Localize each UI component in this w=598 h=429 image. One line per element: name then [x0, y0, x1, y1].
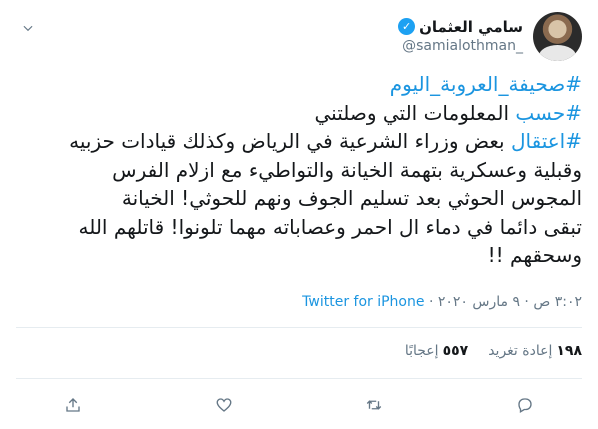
share-icon: [66, 398, 80, 412]
retweets-label: إعادة تغريد: [488, 343, 553, 359]
tweet-text-segment: المعلومات التي وصلتني: [314, 100, 516, 125]
tweet-line-1: #صحيفة_العروبة_اليوم: [12, 70, 582, 99]
tweet-line-4: وقبلية وعسكرية بتهمة الخيانة والتواطيء م…: [112, 157, 582, 182]
tweet-line-7: وسحقهم !!: [487, 243, 582, 267]
tweet-source-link[interactable]: Twitter for iPhone: [302, 294, 424, 310]
retweet-icon: [367, 400, 382, 410]
chevron-down-icon[interactable]: [18, 18, 38, 38]
display-name-row: سامي العثمان ✓: [398, 17, 523, 37]
tweet-card: سامي العثمان ✓ @samialothman_ #صحيفة_الع…: [0, 0, 598, 429]
tweet-line-2: #حسب المعلومات التي وصلتني: [12, 99, 583, 128]
user-handle[interactable]: @samialothman_: [398, 37, 523, 56]
likes-count: ٥٥٧: [442, 343, 469, 359]
action-bar: [60, 392, 538, 418]
reply-button[interactable]: [512, 392, 538, 418]
share-button[interactable]: [60, 392, 86, 418]
verified-badge-icon: ✓: [398, 18, 416, 35]
tweet-header: سامي العثمان ✓ @samialothman_: [16, 10, 582, 62]
divider: [16, 378, 582, 379]
author-names: سامي العثمان ✓ @samialothman_: [398, 17, 523, 56]
hashtag-link[interactable]: #اعتقال: [511, 129, 582, 153]
hashtag-link[interactable]: #حسب: [515, 101, 582, 125]
likes-stat[interactable]: ٥٥٧إعجابًا: [405, 343, 468, 359]
avatar[interactable]: [533, 11, 582, 61]
tweet-text-segment: بعض وزراء الشرعية في الرياض وكذلك قيادات…: [69, 129, 511, 153]
retweet-button[interactable]: [361, 392, 387, 418]
likes-label: إعجابًا: [404, 343, 439, 359]
reply-icon: [518, 398, 532, 413]
retweets-stat[interactable]: ١٩٨إعادة تغريد: [488, 343, 582, 359]
tweet-timestamp[interactable]: ٣:٠٢ ص · ٩ مارس ٢٠٢٠ ·: [425, 294, 582, 310]
retweets-count: ١٩٨: [556, 343, 582, 359]
tweet-line-6: تبقى دائما في دماء ال احمر وعصاباته مهما…: [78, 214, 582, 239]
hashtag-link[interactable]: #صحيفة_العروبة_اليوم: [390, 72, 582, 96]
tweet-text: #صحيفة_العروبة_اليوم #حسب المعلومات التي…: [12, 70, 582, 270]
tweet-line-3: #اعتقال بعض وزراء الشرعية في الرياض وكذل…: [12, 127, 582, 156]
heart-icon: [216, 398, 232, 412]
display-name[interactable]: سامي العثمان: [419, 17, 523, 37]
tweet-line-5: المجوس الحوثي بعد تسليم الجوف ونهم للحوث…: [121, 186, 582, 210]
tweet-stats: ١٩٨إعادة تغريد ٥٥٧إعجابًا: [16, 343, 582, 359]
like-button[interactable]: [211, 392, 237, 418]
divider: [16, 327, 582, 328]
tweet-meta: ٣:٠٢ ص · ٩ مارس ٢٠٢٠ · Twitter for iPhon…: [16, 294, 582, 310]
